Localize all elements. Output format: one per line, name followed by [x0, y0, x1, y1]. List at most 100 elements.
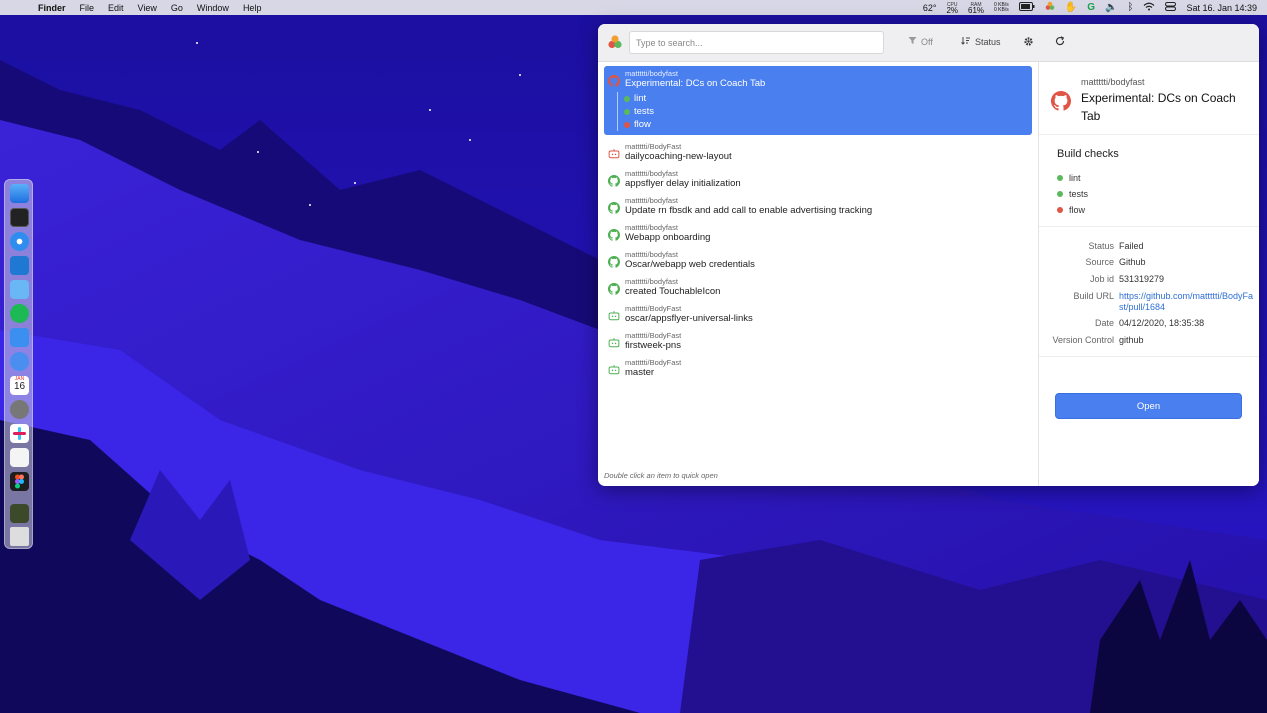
xcode-icon[interactable]	[10, 280, 29, 299]
success-dot-icon	[1057, 175, 1063, 181]
cpu-stat[interactable]: CPU 2%	[946, 2, 958, 15]
sort-button[interactable]: Status	[961, 36, 1001, 47]
ram-stat[interactable]: RAM 61%	[968, 2, 985, 15]
bitrise-icon	[608, 311, 620, 321]
menu-bar: Finder File Edit View Go Window Help 62°…	[0, 0, 1267, 15]
item-title: Update rn fbsdk and add call to enable a…	[625, 205, 873, 216]
search-input[interactable]	[629, 31, 884, 54]
menu-help[interactable]: Help	[243, 3, 262, 13]
figma-icon[interactable]	[10, 472, 29, 491]
success-dot-icon	[624, 95, 630, 102]
github-icon	[608, 229, 620, 241]
dock: JAN 16	[4, 179, 33, 549]
info-value: 04/12/2020, 18:35:38	[1119, 318, 1205, 328]
item-title: Experimental: DCs on Coach Tab	[625, 78, 766, 89]
hand-icon[interactable]: ✋	[1065, 2, 1077, 13]
menu-app-name[interactable]: Finder	[38, 3, 66, 13]
github-icon	[608, 75, 620, 87]
build-list-item[interactable]: mattttti/BodyFast dailycoaching-new-layou…	[604, 139, 1032, 166]
spotify-icon[interactable]	[10, 304, 29, 323]
item-check-row: tests	[624, 105, 654, 118]
terminal-icon[interactable]	[10, 208, 29, 227]
github-icon	[608, 202, 620, 214]
app-logo-icon	[608, 35, 622, 49]
control-center-icon[interactable]	[1165, 1, 1177, 14]
info-label: Status	[1088, 241, 1114, 251]
clock[interactable]: Sat 16. Jan 14:39	[1186, 3, 1257, 13]
system-preferences-icon[interactable]	[10, 400, 29, 419]
build-list-item[interactable]: mattttti/bodyfast Webapp onboarding	[604, 220, 1032, 247]
cimenu-app-icon[interactable]	[1045, 1, 1055, 14]
check-row: flow	[1057, 205, 1085, 215]
mail-icon[interactable]	[10, 328, 29, 347]
item-repo: mattttti/BodyFast	[625, 304, 682, 313]
build-checks-section: Build checks lint tests flow	[1039, 135, 1259, 227]
vscode-icon[interactable]	[10, 256, 29, 275]
build-checks-heading: Build checks	[1057, 148, 1119, 160]
build-detail: mattttti/bodyfast Experimental: DCs on C…	[1038, 62, 1259, 486]
menu-go[interactable]: Go	[171, 3, 183, 13]
github-icon	[608, 175, 620, 187]
build-list-item[interactable]: mattttti/bodyfast appsflyer delay initial…	[604, 166, 1032, 193]
menu-window[interactable]: Window	[197, 3, 229, 13]
preview-icon[interactable]	[10, 448, 29, 467]
network-stat[interactable]: 0 KB/s 0 KB/s	[994, 2, 1009, 13]
calendar-icon[interactable]: JAN 16	[10, 376, 29, 395]
safari-icon[interactable]	[10, 232, 29, 251]
item-repo: mattttti/bodyfast	[625, 169, 678, 178]
item-repo: mattttti/bodyfast	[625, 69, 678, 78]
open-button[interactable]: Open	[1055, 393, 1242, 419]
menu-view[interactable]: View	[138, 3, 157, 13]
finder-icon[interactable]	[10, 184, 29, 203]
bluetooth-icon[interactable]: ᛒ	[1127, 2, 1133, 13]
github-icon	[1051, 91, 1071, 111]
build-info-section: Status Failed Source Github Job id 53131…	[1039, 227, 1259, 357]
build-list-item[interactable]: mattttti/BodyFast firstweek-pns	[604, 328, 1032, 355]
info-label: Build URL	[1073, 291, 1114, 301]
item-title: oscar/appsflyer-universal-links	[625, 313, 753, 324]
item-title: dailycoaching-new-layout	[625, 151, 732, 162]
calendar-day: 16	[13, 381, 26, 392]
item-repo: mattttti/bodyfast	[625, 223, 678, 232]
item-title: master	[625, 367, 655, 378]
github-icon	[608, 256, 620, 268]
temperature-readout[interactable]: 62°	[923, 3, 937, 13]
grammarly-icon[interactable]: G	[1087, 2, 1095, 13]
build-url-link[interactable]: https://github.com/mattttti/BodyFast/pul…	[1119, 291, 1254, 313]
check-name: flow	[1069, 205, 1086, 215]
filter-icon	[908, 36, 917, 47]
toolbar: Off Status	[598, 24, 1259, 62]
ram-value: 61%	[968, 5, 985, 15]
filter-label: Off	[921, 36, 933, 47]
settings-gear-icon[interactable]	[1023, 36, 1034, 50]
battery-icon[interactable]	[1018, 1, 1035, 14]
item-check-name: tests	[634, 106, 655, 117]
trash-icon[interactable]	[10, 527, 29, 546]
build-list-item[interactable]: mattttti/bodyfast Experimental: DCs on Co…	[604, 66, 1032, 135]
build-list-item[interactable]: mattttti/bodyfast Oscar/webapp web creden…	[604, 247, 1032, 274]
downloads-stack-icon[interactable]	[10, 504, 29, 523]
sort-label: Status	[975, 36, 1001, 47]
menu-extras: 62° CPU 2% RAM 61% 0 KB/s 0 KB/s ✋ G 🔈 ᛒ Sa…	[923, 0, 1257, 15]
build-list-item[interactable]: mattttti/bodyfast Update rn fbsdk and add…	[604, 193, 1032, 220]
menu-edit[interactable]: Edit	[108, 3, 124, 13]
info-label: Source	[1085, 257, 1114, 267]
signal-icon[interactable]	[10, 352, 29, 371]
refresh-icon[interactable]	[1055, 36, 1065, 49]
cimenu-popup: Off Status mattttti/bodyfastExperimental…	[598, 24, 1259, 486]
menu-file[interactable]: File	[80, 3, 95, 13]
success-dot-icon	[1057, 191, 1063, 197]
slack-icon[interactable]	[10, 424, 29, 443]
build-list-item[interactable]: mattttti/BodyFast oscar/appsflyer-univers…	[604, 301, 1032, 328]
detail-title: Experimental: DCs on Coach Tab	[1081, 91, 1236, 123]
build-list: mattttti/bodyfast Experimental: DCs on Co…	[598, 62, 1038, 486]
bitrise-icon	[608, 338, 620, 348]
filter-button[interactable]: Off	[908, 36, 933, 47]
bitrise-icon	[608, 149, 620, 159]
build-list-item[interactable]: mattttti/bodyfast created TouchableIcon	[604, 274, 1032, 301]
wifi-icon[interactable]	[1143, 2, 1155, 14]
github-icon	[608, 283, 620, 295]
detail-repo: mattttti/bodyfast	[1081, 77, 1145, 87]
build-list-item[interactable]: mattttti/BodyFast master	[604, 355, 1032, 382]
volume-icon[interactable]: 🔈	[1105, 2, 1117, 13]
